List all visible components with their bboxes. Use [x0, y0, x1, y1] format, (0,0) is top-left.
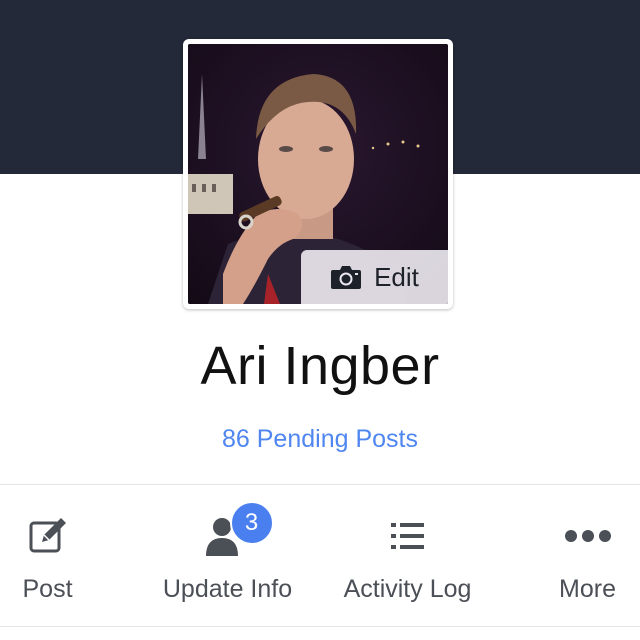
profile-picture[interactable]: Edit — [188, 44, 448, 304]
post-label: Post — [22, 575, 73, 603]
profile-picture-frame: Edit — [183, 39, 453, 309]
profile-name: Ari Ingber — [200, 336, 440, 396]
pending-posts-link[interactable]: 86 Pending Posts — [0, 425, 640, 454]
list-icon — [390, 521, 426, 556]
edit-profile-picture-button[interactable]: Edit — [301, 250, 448, 304]
camera-icon — [330, 264, 362, 290]
activity-log-label: Activity Log — [343, 575, 472, 603]
more-button[interactable]: More — [545, 485, 630, 626]
activity-log-button[interactable]: Activity Log — [330, 485, 485, 626]
update-info-button[interactable]: 3 Update Info — [150, 485, 305, 626]
post-button[interactable]: Post — [0, 485, 95, 626]
more-dots-icon — [564, 529, 612, 548]
more-label: More — [559, 575, 616, 603]
update-info-badge: 3 — [229, 501, 274, 545]
edit-label: Edit — [374, 261, 419, 292]
update-info-label: Update Info — [162, 575, 293, 603]
divider — [0, 626, 640, 627]
compose-icon — [28, 516, 68, 561]
profile-actions-bar: Post 3 Update Info Activity Log More — [0, 485, 640, 626]
